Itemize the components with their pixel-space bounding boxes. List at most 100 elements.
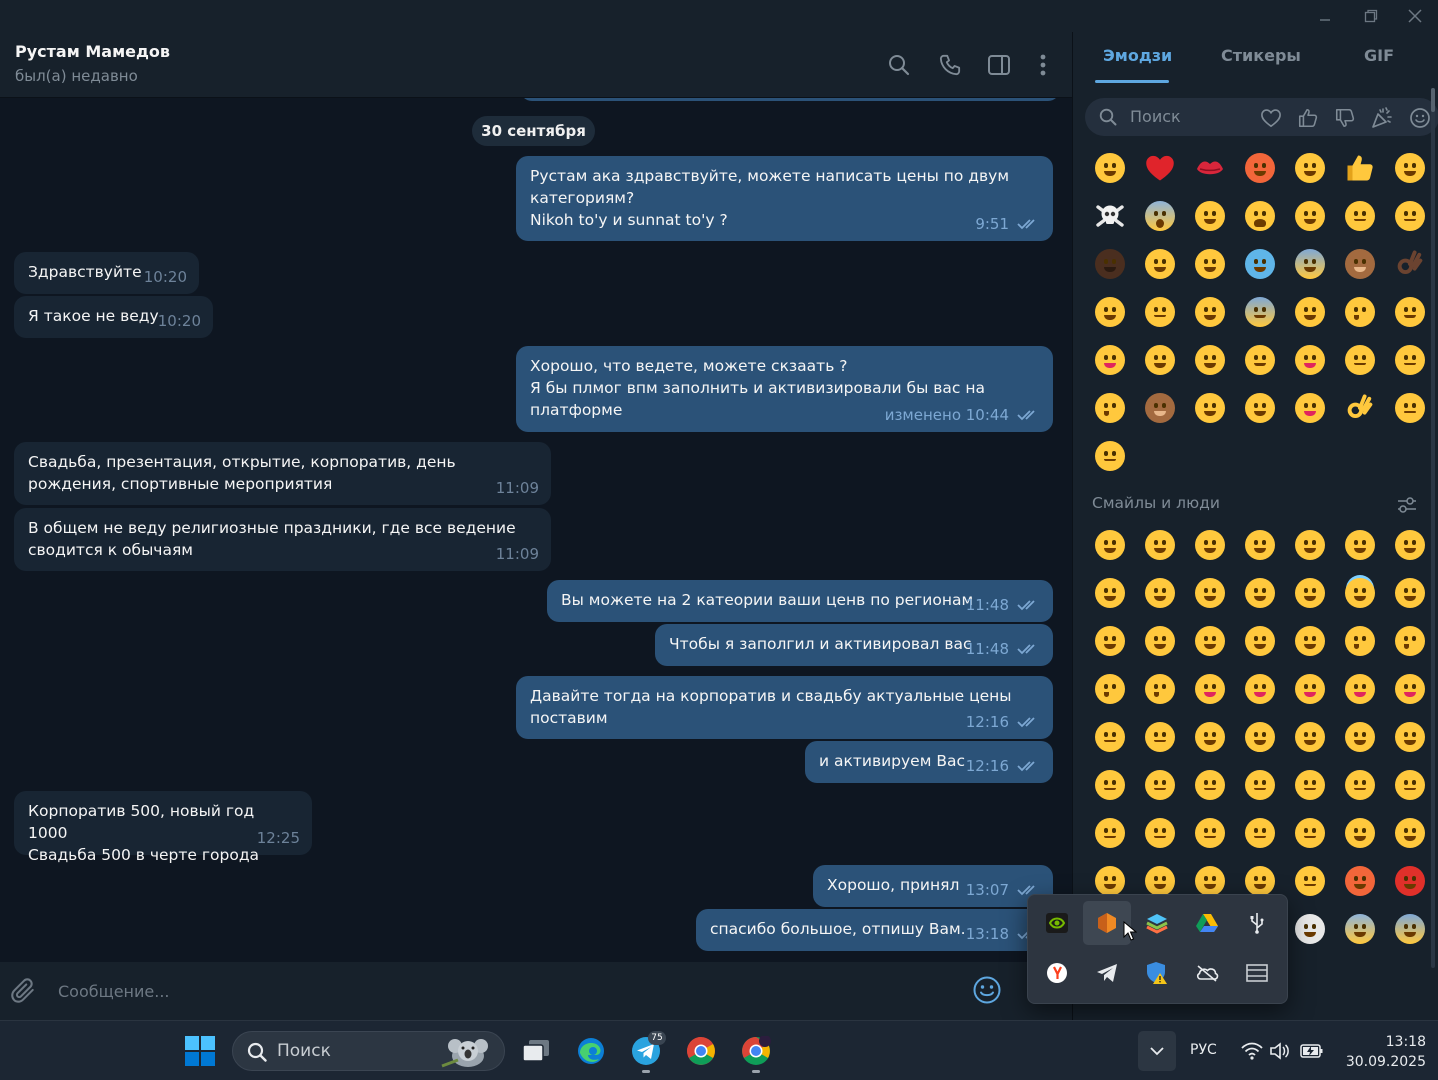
emoji-kissing-closed-eyes[interactable] [1085, 384, 1135, 432]
emoji-red-heart[interactable] [1135, 144, 1185, 192]
emoji-kissing-closed-eyes[interactable] [1135, 665, 1185, 713]
taskbar-task-view[interactable] [516, 1031, 556, 1071]
emoji-zany[interactable] [1385, 665, 1435, 713]
emoji-sob[interactable] [1235, 192, 1285, 240]
emoji-relaxed[interactable] [1185, 240, 1235, 288]
emoji-pensive[interactable] [1335, 761, 1385, 809]
message-bubble[interactable]: Хорошо, принял 13:07 [813, 865, 1053, 907]
emoji-nerd[interactable] [1185, 713, 1235, 761]
emoji-zany[interactable] [1085, 336, 1135, 384]
emoji-scrollbar-track[interactable] [1431, 88, 1435, 968]
emoji-beaming[interactable] [1285, 192, 1335, 240]
emoji-search-bar[interactable]: Поиск [1085, 98, 1438, 136]
emoji-thumbs-up[interactable] [1335, 144, 1385, 192]
message-bubble[interactable]: Я такое не веду 10:20 [14, 296, 213, 338]
emoji-confused[interactable] [1085, 432, 1135, 480]
taskbar-search[interactable]: Поиск [232, 1031, 505, 1071]
emoji-heart-eyes[interactable] [1385, 144, 1435, 192]
skin-tone-settings-button[interactable] [1397, 496, 1417, 518]
emoji-confused[interactable] [1085, 809, 1135, 857]
emoji-sunglasses[interactable] [1235, 713, 1285, 761]
emoji-smiling[interactable] [1085, 288, 1135, 336]
emoji-filter-party[interactable] [1370, 107, 1394, 129]
emoji-wink[interactable] [1135, 336, 1185, 384]
emoji-ok-hand[interactable] [1335, 384, 1385, 432]
emoji-relieved-side[interactable] [1235, 761, 1285, 809]
volume-icon[interactable] [1270, 1042, 1290, 1060]
emoji-disappointed[interactable] [1385, 336, 1435, 384]
emoji-smirk[interactable] [1135, 761, 1185, 809]
emoji-upside-down[interactable] [1185, 288, 1235, 336]
emoji-laughing[interactable] [1135, 240, 1185, 288]
emoji-persevere[interactable] [1235, 809, 1285, 857]
emoji-blush[interactable] [1285, 569, 1335, 617]
emoji-frowning[interactable] [1185, 809, 1235, 857]
attach-button[interactable] [10, 978, 36, 1008]
tray-film-app[interactable] [1233, 951, 1281, 995]
emoji-smile[interactable] [1185, 521, 1235, 569]
emoji-anxious-sweat[interactable] [1285, 240, 1335, 288]
emoji-filter-like[interactable] [1296, 107, 1320, 129]
message-bubble[interactable]: Вы можете на 2 катеории ваши ценв по рег… [547, 580, 1053, 622]
emoji-slight-smile[interactable] [1385, 569, 1435, 617]
emoji-sweat-smile[interactable] [1385, 521, 1435, 569]
emoji-relieved[interactable] [1185, 617, 1235, 665]
emoji-smiley[interactable] [1135, 521, 1185, 569]
message-input[interactable] [58, 974, 938, 1008]
tab-gif[interactable]: GIF [1364, 46, 1394, 65]
emoji-monocle[interactable] [1135, 713, 1185, 761]
message-bubble[interactable]: Давайте тогда на корпоратив и свадьбу ак… [516, 676, 1053, 739]
emoji-relaxed[interactable] [1235, 569, 1285, 617]
emoji-squinting-tongue[interactable] [1285, 665, 1335, 713]
call-button[interactable] [935, 50, 965, 80]
emoji-sleepy-half[interactable] [1085, 761, 1135, 809]
emoji-laughing[interactable] [1285, 521, 1335, 569]
emoji-blowing-kiss[interactable] [1335, 288, 1385, 336]
emoji-grinning[interactable] [1085, 521, 1135, 569]
emoji-relieved[interactable] [1185, 384, 1235, 432]
emoji-tired[interactable] [1335, 809, 1385, 857]
emoji-wink[interactable] [1135, 617, 1185, 665]
emoji-smirk[interactable] [1335, 336, 1385, 384]
emoji-search-input[interactable]: Поиск [1130, 107, 1181, 126]
emoji-yum[interactable] [1285, 384, 1335, 432]
emoji-flushed[interactable] [1385, 288, 1435, 336]
message-bubble[interactable]: и активируем Вас 12:16 [805, 741, 1053, 783]
emoji-kissing[interactable] [1385, 617, 1435, 665]
emoji-worried[interactable] [1385, 761, 1435, 809]
message-bubble[interactable]: Хорошо, что ведете, можете скзаать ? Я б… [516, 346, 1053, 432]
clock[interactable]: 13:18 30.09.2025 [1330, 1032, 1426, 1072]
emoji-winking-tongue[interactable] [1335, 665, 1385, 713]
emoji-ok-hand-dark[interactable] [1385, 240, 1435, 288]
message-bubble[interactable]: Здравствуйте 10:20 [14, 252, 199, 294]
tab-emoji[interactable]: Эмодзи [1103, 46, 1172, 65]
taskbar-chrome[interactable] [681, 1031, 721, 1071]
minimize-button[interactable] [1302, 0, 1348, 32]
message-bubble[interactable]: В общем не веду религиозные праздники, г… [14, 508, 551, 571]
message-list[interactable]: 30 сентября Рустам ака здравствуйте, мож… [0, 98, 1072, 962]
emoji-slight-frown[interactable] [1135, 809, 1185, 857]
message-bubble[interactable]: Чтобы я заполгил и активировал вас 11:48 [655, 624, 1053, 666]
emoji-grin[interactable] [1185, 192, 1235, 240]
emoji-filter-heart[interactable] [1259, 107, 1283, 129]
emoji-sweat-smile[interactable] [1285, 144, 1335, 192]
tray-telegram[interactable] [1083, 951, 1131, 995]
emoji-filter-smile[interactable] [1408, 107, 1432, 129]
wifi-icon[interactable] [1241, 1042, 1263, 1060]
message-bubble[interactable]: Корпоратив 500, новый год 1000 Свадьба 5… [14, 791, 312, 864]
emoji-smiling-hearts[interactable] [1285, 617, 1335, 665]
tray-google-drive[interactable] [1183, 901, 1231, 945]
emoji-scream[interactable] [1335, 905, 1385, 953]
emoji-confounded[interactable] [1285, 809, 1335, 857]
emoji-cold-face[interactable] [1235, 240, 1285, 288]
emoji-cursing[interactable] [1385, 857, 1435, 905]
emoji-see-no-evil-monkey[interactable] [1335, 240, 1385, 288]
tab-stickers[interactable]: Стикеры [1221, 46, 1301, 65]
emoji-squinting-tongue[interactable] [1285, 336, 1335, 384]
show-hidden-icons-button[interactable] [1138, 1031, 1176, 1071]
maximize-button[interactable] [1348, 0, 1394, 32]
emoji-weary[interactable] [1385, 809, 1435, 857]
message-bubble[interactable]: Свадьба, презентация, открытие, корпорат… [14, 442, 551, 505]
emoji-face-in-clouds[interactable] [1285, 905, 1335, 953]
emoji-kiss-mark[interactable] [1185, 144, 1235, 192]
